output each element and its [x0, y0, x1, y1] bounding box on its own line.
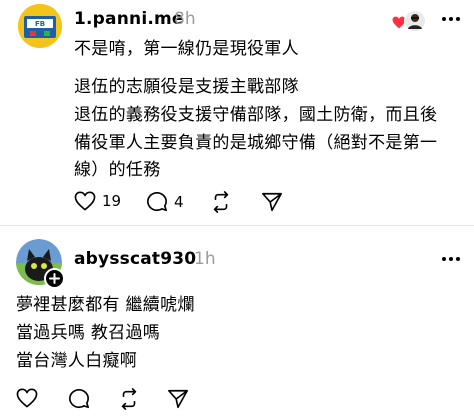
more-options-button[interactable] — [442, 257, 460, 261]
comment-icon — [147, 192, 167, 212]
repost-button[interactable] — [210, 191, 232, 213]
username[interactable]: abysscat930 — [74, 249, 196, 269]
follow-plus-button[interactable] — [44, 268, 65, 289]
dot-icon — [449, 17, 453, 21]
post-text-line: 線）的任務 — [74, 160, 161, 180]
reply-button[interactable]: 4 — [146, 191, 184, 213]
dot-icon — [442, 257, 446, 261]
timestamp: 1h — [194, 249, 216, 269]
more-options-button[interactable] — [442, 17, 460, 21]
post-text-line: 退伍的志願役是支援主戰部隊 — [74, 77, 299, 97]
reply-button[interactable] — [68, 388, 90, 410]
share-button[interactable] — [167, 388, 189, 410]
heart-outline-icon — [16, 388, 38, 408]
liker-avatar-icon — [404, 10, 426, 32]
post-2: abysscat930 1h 夢裡甚麼都有 繼續唬爛 當過兵嗎 教召過嗎 當台灣… — [0, 226, 474, 420]
post-text-line: 夢裡甚麼都有 繼續唬爛 — [16, 295, 195, 315]
like-button[interactable]: 19 — [74, 191, 121, 211]
post-1: FB 1.panni.me 8h 不是唷，第一線仍是現役軍人 退伍的志願役是支援… — [0, 0, 474, 225]
dot-icon — [456, 257, 460, 261]
plus-icon — [49, 273, 60, 284]
timestamp: 8h — [174, 9, 196, 29]
like-button[interactable] — [16, 388, 38, 408]
share-button[interactable] — [261, 191, 283, 213]
avatar-image: FB — [18, 4, 62, 48]
post-text-line: 不是唷，第一線仍是現役軍人 — [74, 39, 299, 59]
send-icon — [262, 192, 282, 212]
repost-icon — [213, 191, 229, 213]
like-count: 19 — [102, 192, 122, 210]
avatar[interactable]: FB — [18, 4, 62, 48]
username[interactable]: 1.panni.me — [74, 9, 184, 29]
dot-icon — [456, 17, 460, 21]
repost-button[interactable] — [118, 388, 140, 410]
post-text-line: 退伍的義務役支援守備部隊，國土防衛，而且後 — [74, 105, 438, 125]
repost-icon — [121, 388, 137, 410]
send-icon — [168, 389, 188, 409]
post-text-line: 當台灣人白癡啊 — [16, 351, 138, 371]
post-text-line: 備役軍人主要負責的是城鄉守備（絕對不是第一 — [74, 133, 438, 153]
liked-by-indicator[interactable] — [392, 10, 426, 34]
comment-icon — [69, 389, 89, 409]
dot-icon — [442, 17, 446, 21]
avatar-text: FB — [35, 20, 45, 28]
reply-count: 4 — [174, 193, 184, 211]
heart-outline-icon — [74, 191, 96, 211]
dot-icon — [449, 257, 453, 261]
post-text-line: 當過兵嗎 教召過嗎 — [16, 323, 161, 343]
